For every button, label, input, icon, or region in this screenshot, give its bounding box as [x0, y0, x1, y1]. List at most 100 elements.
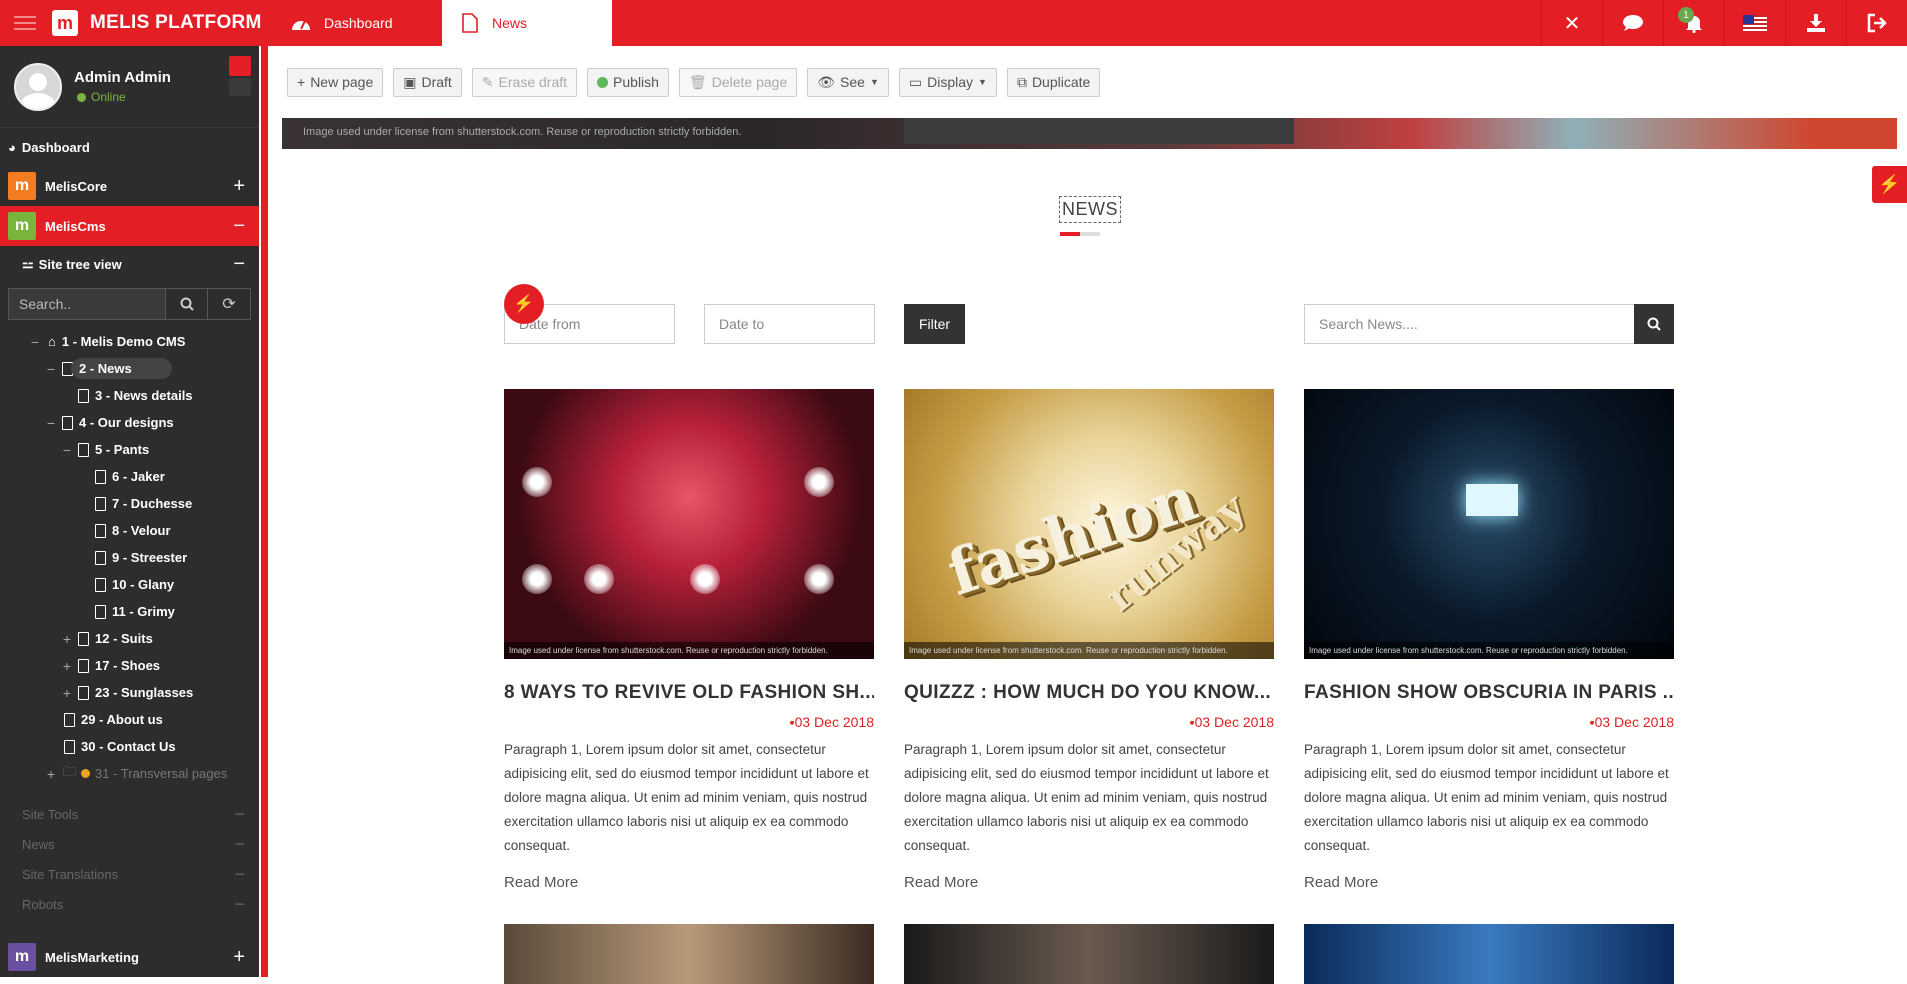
expand-icon[interactable]: +: [233, 946, 245, 969]
sidebar-scroll-edge[interactable]: [259, 46, 272, 977]
search-icon[interactable]: [166, 289, 208, 319]
sidebar-item-robots[interactable]: Robots −: [0, 889, 259, 919]
sidebar-dashboard-label: Dashboard: [21, 139, 90, 155]
sidebar-item-site-tree[interactable]: ⚍ Site tree view −: [0, 246, 259, 282]
new-page-button[interactable]: + New page: [287, 67, 384, 97]
logout-icon[interactable]: [1846, 0, 1907, 46]
news-card: fashion runway Image used under license …: [904, 389, 1274, 891]
news-card-title[interactable]: QUIZZZ : HOW MUCH DO YOU KNOW...: [904, 682, 1274, 704]
collapse-icon[interactable]: −: [60, 442, 74, 458]
tree-item[interactable]: +12 - Suits: [0, 625, 259, 652]
page-toolbar: + New page ▣ Draft ✎ Erase draft Publish 🗑 D…: [272, 46, 1907, 118]
tree-item[interactable]: +17 - Shoes: [0, 652, 259, 679]
publish-dot-icon: [597, 76, 609, 88]
collapse-icon[interactable]: −: [44, 415, 58, 431]
sidebar-item-melismarketing[interactable]: m MelisMarketing +: [0, 937, 259, 977]
collapse-icon[interactable]: −: [234, 804, 245, 825]
expand-icon[interactable]: +: [60, 685, 74, 701]
plugin-toggle-icon[interactable]: ⚡: [1872, 166, 1907, 203]
tree-item[interactable]: 3 - News details: [0, 382, 259, 409]
tree-item[interactable]: 8 - Velour: [0, 517, 259, 544]
tree-item[interactable]: 29 - About us: [0, 706, 259, 733]
sidebar: Admin Admin Online ◕ Dashboard m MelisCo…: [0, 46, 259, 977]
refresh-icon[interactable]: ⟳: [208, 289, 250, 319]
sidebar-item-site-translations[interactable]: Site Translations −: [0, 859, 259, 889]
tab-news-label: News: [492, 15, 528, 31]
tree-item[interactable]: − 4 - Our designs: [0, 409, 259, 436]
collapse-icon[interactable]: −: [234, 864, 245, 885]
language-flag-icon[interactable]: [1724, 0, 1785, 46]
tree-item[interactable]: +23 - Sunglasses: [0, 679, 259, 706]
sidebar-item-dashboard[interactable]: ◕ Dashboard: [0, 128, 259, 166]
expand-icon[interactable]: +: [60, 631, 74, 647]
duplicate-button[interactable]: ⧉ Duplicate: [1006, 67, 1101, 97]
read-more-link[interactable]: Read More: [504, 874, 874, 891]
erase-draft-button[interactable]: ✎ Erase draft: [471, 67, 578, 97]
tree-item[interactable]: 6 - Jaker: [0, 463, 259, 490]
tab-news[interactable]: News: [442, 0, 612, 46]
tree-item[interactable]: 9 - Streester: [0, 544, 259, 571]
display-dropdown[interactable]: ▭ Display ▼: [898, 67, 997, 97]
read-more-link[interactable]: Read More: [904, 874, 1274, 891]
online-dot-icon: [77, 92, 86, 102]
image-caption: Image used under license from shuttersto…: [904, 642, 1274, 659]
button-label: Display: [927, 74, 974, 90]
hero-banner-image: Image used under license from shuttersto…: [282, 118, 1897, 149]
news-card-image[interactable]: fashion runway Image used under license …: [904, 389, 1274, 659]
plugin-edit-icon[interactable]: ⚡: [504, 284, 544, 324]
tree-item[interactable]: − 5 - Pants: [0, 436, 259, 463]
expand-icon[interactable]: +: [233, 175, 245, 198]
draft-button[interactable]: ▣ Draft: [393, 67, 462, 97]
tree-item[interactable]: − ⌂ 1 - Melis Demo CMS: [0, 328, 259, 355]
sidebar-item-news[interactable]: News −: [0, 829, 259, 859]
user-status: Online: [77, 90, 171, 104]
collapse-icon[interactable]: −: [233, 253, 245, 276]
tree-item[interactable]: −2 - News: [0, 355, 259, 382]
see-dropdown[interactable]: 👁 See ▼: [807, 67, 889, 97]
user-icon[interactable]: [229, 56, 251, 76]
date-to-input[interactable]: Date to: [704, 304, 875, 344]
sidebar-item-site-tools[interactable]: Site Tools −: [0, 799, 259, 829]
sidebar-item-meliscms[interactable]: m MelisCms −: [0, 206, 259, 246]
sidebar-item-meliscore[interactable]: m MelisCore +: [0, 166, 259, 206]
chat-icon[interactable]: [1602, 0, 1663, 46]
news-card-image[interactable]: [904, 924, 1274, 984]
news-card-image[interactable]: Image used under license from shuttersto…: [504, 389, 874, 659]
sidebar-item-label: Site Translations: [22, 866, 119, 882]
tree-item[interactable]: 30 - Contact Us: [0, 733, 259, 760]
collapse-icon[interactable]: −: [233, 215, 245, 238]
delete-page-button[interactable]: 🗑 Delete page: [678, 67, 798, 97]
collapse-icon[interactable]: −: [234, 894, 245, 915]
lock-icon[interactable]: [229, 78, 251, 96]
tree-item[interactable]: 11 - Grimy: [0, 598, 259, 625]
news-card-title[interactable]: 8 WAYS TO REVIVE OLD FASHION SH...: [504, 682, 874, 704]
news-card-title[interactable]: FASHION SHOW OBSCURIA IN PARIS ...: [1304, 682, 1674, 704]
filter-button[interactable]: Filter: [904, 304, 965, 344]
caret-down-icon: ▼: [869, 77, 879, 87]
tab-dashboard[interactable]: Dashboard: [272, 0, 442, 46]
publish-button[interactable]: Publish: [587, 67, 669, 97]
brand-name: MELIS PLATFORM: [90, 12, 262, 33]
expand-icon[interactable]: +: [60, 658, 74, 674]
button-label: Draft: [421, 74, 452, 90]
news-card-image[interactable]: [1304, 924, 1674, 984]
tree-search-input[interactable]: Search..: [9, 289, 166, 319]
read-more-link[interactable]: Read More: [1304, 874, 1674, 891]
search-icon[interactable]: [1634, 304, 1674, 344]
tree-item[interactable]: 7 - Duchesse: [0, 490, 259, 517]
news-card-image[interactable]: [504, 924, 874, 984]
notifications-bell-icon[interactable]: 1: [1663, 0, 1724, 46]
download-icon[interactable]: [1785, 0, 1846, 46]
news-card-text: Paragraph 1, Lorem ipsum dolor sit amet,…: [504, 742, 869, 853]
tree-item[interactable]: + 🗀 31 - Transversal pages: [0, 760, 259, 787]
collapse-icon[interactable]: −: [28, 334, 42, 350]
expand-icon[interactable]: +: [44, 766, 58, 782]
news-card-image[interactable]: Image used under license from shuttersto…: [1304, 389, 1674, 659]
menu-toggle-icon[interactable]: [14, 16, 36, 30]
collapse-icon[interactable]: −: [234, 834, 245, 855]
collapse-icon[interactable]: −: [44, 361, 58, 377]
tree-item[interactable]: 10 - Glany: [0, 571, 259, 598]
news-search-input[interactable]: Search News....: [1304, 304, 1635, 344]
news-card-date: ▪03 Dec 2018: [1304, 714, 1674, 730]
close-tabs-icon[interactable]: ✕: [1541, 0, 1602, 46]
